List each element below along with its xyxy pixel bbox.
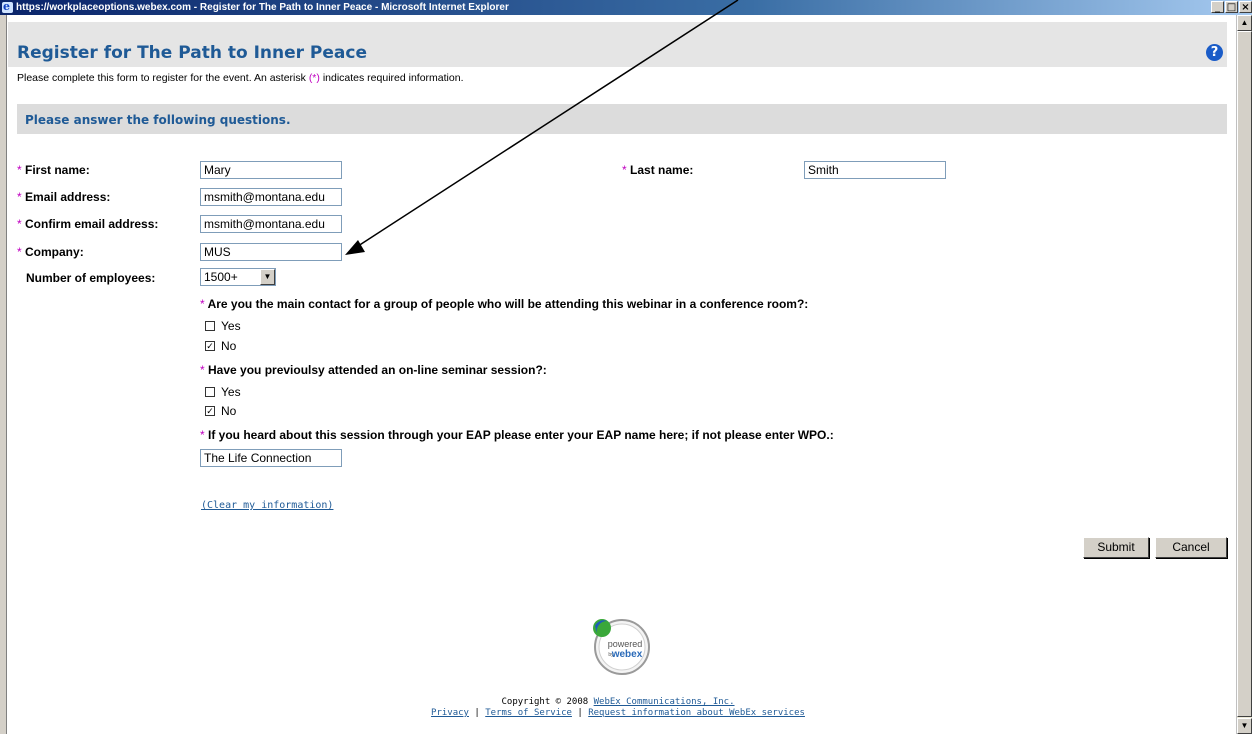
intro-text: Please complete this form to register fo… — [17, 72, 463, 84]
clear-information-link[interactable]: (Clear my information) — [201, 500, 333, 511]
required-marker: * — [17, 163, 22, 177]
email-field[interactable]: msmith@montana.edu — [200, 188, 342, 206]
eap-name-field[interactable]: The Life Connection — [200, 449, 342, 467]
logo-webex-text: webex — [611, 649, 643, 660]
help-icon[interactable]: ? — [1206, 44, 1223, 61]
scrollbar-thumb[interactable] — [1237, 31, 1252, 717]
question-conference-room-text: Are you the main contact for a group of … — [207, 297, 809, 311]
question-conference-room: * Are you the main contact for a group o… — [200, 297, 808, 311]
submit-button[interactable]: Submit — [1083, 537, 1149, 558]
section-title: Please answer the following questions. — [25, 113, 291, 127]
first-name-label: * First name: — [17, 163, 90, 177]
window-title: https://workplaceoptions.webex.com - Reg… — [16, 2, 509, 13]
checkbox-q2-yes[interactable] — [205, 386, 215, 397]
copyright-text: Copyright © 2008 — [501, 697, 594, 707]
required-marker: * — [200, 297, 205, 311]
question-previous-attendance-text: Have you previoulsy attended an on-line … — [208, 363, 547, 377]
last-name-label-text: Last name: — [630, 163, 694, 177]
minimize-button[interactable]: _ — [1211, 1, 1224, 13]
page-title: Register for The Path to Inner Peace — [17, 43, 367, 63]
question-eap-text: If you heard about this session through … — [208, 428, 834, 442]
email-label: * Email address: — [17, 190, 110, 204]
footer-separator: | — [468, 708, 486, 718]
window-controls: _ □ × — [1211, 1, 1252, 13]
checkbox-q2-no[interactable]: ✓ — [205, 405, 215, 416]
option-q2-yes[interactable]: Yes — [205, 385, 241, 399]
last-name-label: * Last name: — [622, 163, 693, 177]
option-q2-no[interactable]: ✓ No — [205, 404, 236, 418]
cancel-button[interactable]: Cancel — [1155, 537, 1227, 558]
checkbox-q1-no[interactable]: ✓ — [205, 340, 215, 351]
intro-text-end: indicates required information. — [319, 72, 464, 84]
required-marker: * — [17, 217, 22, 231]
option-q1-no-label: No — [221, 339, 237, 353]
question-eap: * If you heard about this session throug… — [200, 428, 834, 442]
request-information-link[interactable]: Request information about WebEx services — [588, 708, 805, 718]
privacy-link[interactable]: Privacy — [431, 708, 469, 718]
scroll-up-arrow-icon[interactable]: ▲ — [1237, 15, 1252, 31]
close-button[interactable]: × — [1239, 1, 1252, 13]
employees-select[interactable]: 1500+ ▼ — [200, 268, 276, 286]
checkbox-q1-yes[interactable] — [205, 320, 215, 331]
annotation-arrowhead — [345, 240, 365, 255]
option-q2-no-label: No — [221, 404, 237, 418]
maximize-button[interactable]: □ — [1225, 1, 1238, 13]
chevron-down-icon[interactable]: ▼ — [260, 269, 275, 285]
employees-label: Number of employees: — [26, 271, 156, 285]
option-q1-yes[interactable]: Yes — [205, 319, 241, 333]
required-marker: * — [200, 428, 205, 442]
powered-by-webex-logo: powered by webex — [593, 619, 650, 675]
required-marker-legend: (*) — [308, 72, 320, 84]
required-marker: * — [17, 245, 22, 259]
last-name-field[interactable]: Smith — [804, 161, 946, 179]
window-left-frame — [0, 15, 7, 734]
question-previous-attendance: * Have you previoulsy attended an on-lin… — [200, 363, 547, 377]
webex-company-link[interactable]: WebEx Communications, Inc. — [594, 697, 735, 707]
employees-selected-value: 1500+ — [204, 270, 238, 284]
footer-separator: | — [571, 708, 589, 718]
first-name-field[interactable]: Mary — [200, 161, 342, 179]
option-q1-no[interactable]: ✓ No — [205, 339, 236, 353]
footer-links: Privacy | Terms of Service | Request inf… — [0, 708, 1236, 718]
confirm-email-label: * Confirm email address: — [17, 217, 158, 231]
scroll-down-arrow-icon[interactable]: ▼ — [1237, 718, 1252, 734]
intro-text-start: Please complete this form to register fo… — [17, 72, 309, 84]
company-field[interactable]: MUS — [200, 243, 342, 261]
option-q1-yes-label: Yes — [221, 319, 241, 333]
required-marker: * — [622, 163, 627, 177]
company-label: * Company: — [17, 245, 84, 259]
copyright-line: Copyright © 2008 WebEx Communications, I… — [0, 697, 1236, 707]
vertical-scrollbar[interactable]: ▲ ▼ — [1236, 15, 1252, 734]
confirm-email-field[interactable]: msmith@montana.edu — [200, 215, 342, 233]
internet-explorer-icon: e — [2, 0, 13, 13]
first-name-label-text: First name: — [25, 163, 90, 177]
email-label-text: Email address: — [25, 190, 111, 204]
required-marker: * — [17, 190, 22, 204]
window-titlebar[interactable]: e https://workplaceoptions.webex.com - R… — [0, 0, 1252, 15]
company-label-text: Company: — [25, 245, 84, 259]
terms-of-service-link[interactable]: Terms of Service — [485, 708, 572, 718]
confirm-email-label-text: Confirm email address: — [25, 217, 159, 231]
option-q2-yes-label: Yes — [221, 385, 241, 399]
logo-powered-text: powered — [608, 639, 643, 649]
required-marker: * — [200, 363, 205, 377]
